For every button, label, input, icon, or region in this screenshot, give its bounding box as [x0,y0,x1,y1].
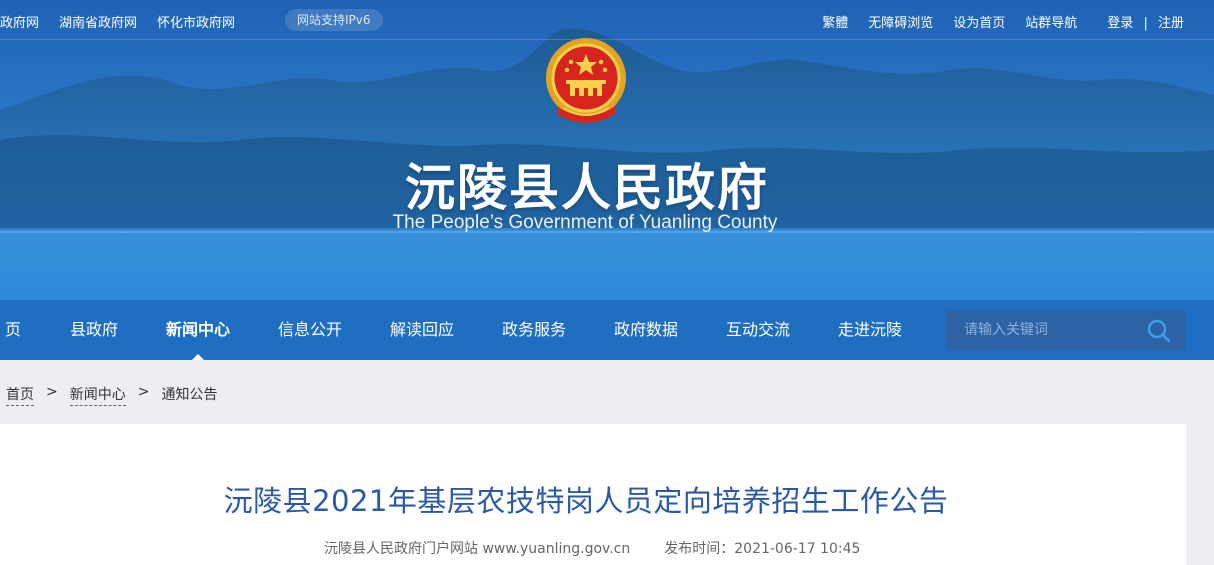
breadcrumb: 首页 > 新闻中心 > 通知公告 [6,384,217,406]
publish-label: 发布时间： [664,541,735,557]
nav-about-yuanling[interactable]: 走进沅陵 [838,300,902,360]
site-subtitle: The People’s Government of Yuanling Coun… [392,212,778,233]
nav-home[interactable]: 页 [5,300,21,360]
nav-gov-data[interactable]: 政府数据 [614,300,678,360]
article-title: 沅陵县2021年基层农技特岗人员定向培养招生工作公告 [223,484,949,518]
publish-time: 2021-06-17 10:45 [734,541,861,557]
article-meta: 沅陵县人民政府门户网站 www.yuanling.gov.cn 发布时间：202… [324,538,860,558]
article-card: 沅陵县2021年基层农技特岗人员定向培养招生工作公告 沅陵县人民政府门户网站 w… [0,424,1186,565]
article-source: 沅陵县人民政府门户网站 www.yuanling.gov.cn [324,541,631,557]
link-huaihua-gov[interactable]: 怀化市政府网 [157,12,235,31]
header-banner: 国政府网 湖南省政府网 怀化市政府网 网站支持IPv6 繁體 无障碍浏览 设为首… [0,0,1214,300]
top-left-links: 国政府网 湖南省政府网 怀化市政府网 [0,12,235,31]
breadcrumb-current: 通知公告 [161,387,218,403]
search-icon[interactable] [1146,318,1172,344]
link-national-gov[interactable]: 国政府网 [0,12,39,31]
auth-separator: | [1143,16,1148,31]
login-link[interactable]: 登录 [1107,16,1133,31]
nav-gov-services[interactable]: 政务服务 [502,300,566,360]
breadcrumb-separator: > [137,384,150,400]
ipv6-badge: 网站支持IPv6 [285,9,383,31]
search-box [946,310,1186,350]
nav-info-disclosure[interactable]: 信息公开 [278,300,342,360]
breadcrumb-separator: > [46,384,58,400]
accessibility-link[interactable]: 无障碍浏览 [868,12,933,31]
site-navigation-link[interactable]: 站群导航 [1025,12,1077,31]
nav-county-gov[interactable]: 县政府 [70,300,118,360]
article-publish: 发布时间：2021-06-17 10:45 [664,538,860,558]
top-right-links: 繁體 无障碍浏览 设为首页 站群导航 登录 | 注册 [822,12,1184,31]
nav-interaction[interactable]: 互动交流 [726,300,790,360]
nav-interpretation[interactable]: 解读回应 [390,300,454,360]
breadcrumb-news-center[interactable]: 新闻中心 [69,384,126,406]
national-emblem-icon [546,38,626,123]
site-title: 沅陵县人民政府 [405,159,769,217]
traditional-chinese-link[interactable]: 繁體 [822,12,848,31]
main-nav: 页 县政府 新闻中心 信息公开 解读回应 政务服务 政府数据 互动交流 走进沅陵 [0,300,1214,360]
auth-links: 登录 | 注册 [1107,12,1184,31]
top-utility-bar: 国政府网 湖南省政府网 怀化市政府网 网站支持IPv6 繁體 无障碍浏览 设为首… [0,0,1214,40]
nav-news-center[interactable]: 新闻中心 [166,300,230,360]
link-hunan-gov[interactable]: 湖南省政府网 [59,12,137,31]
breadcrumb-home[interactable]: 首页 [6,384,34,406]
set-homepage-link[interactable]: 设为首页 [953,12,1005,31]
register-link[interactable]: 注册 [1158,16,1184,31]
search-input[interactable] [946,310,1136,350]
